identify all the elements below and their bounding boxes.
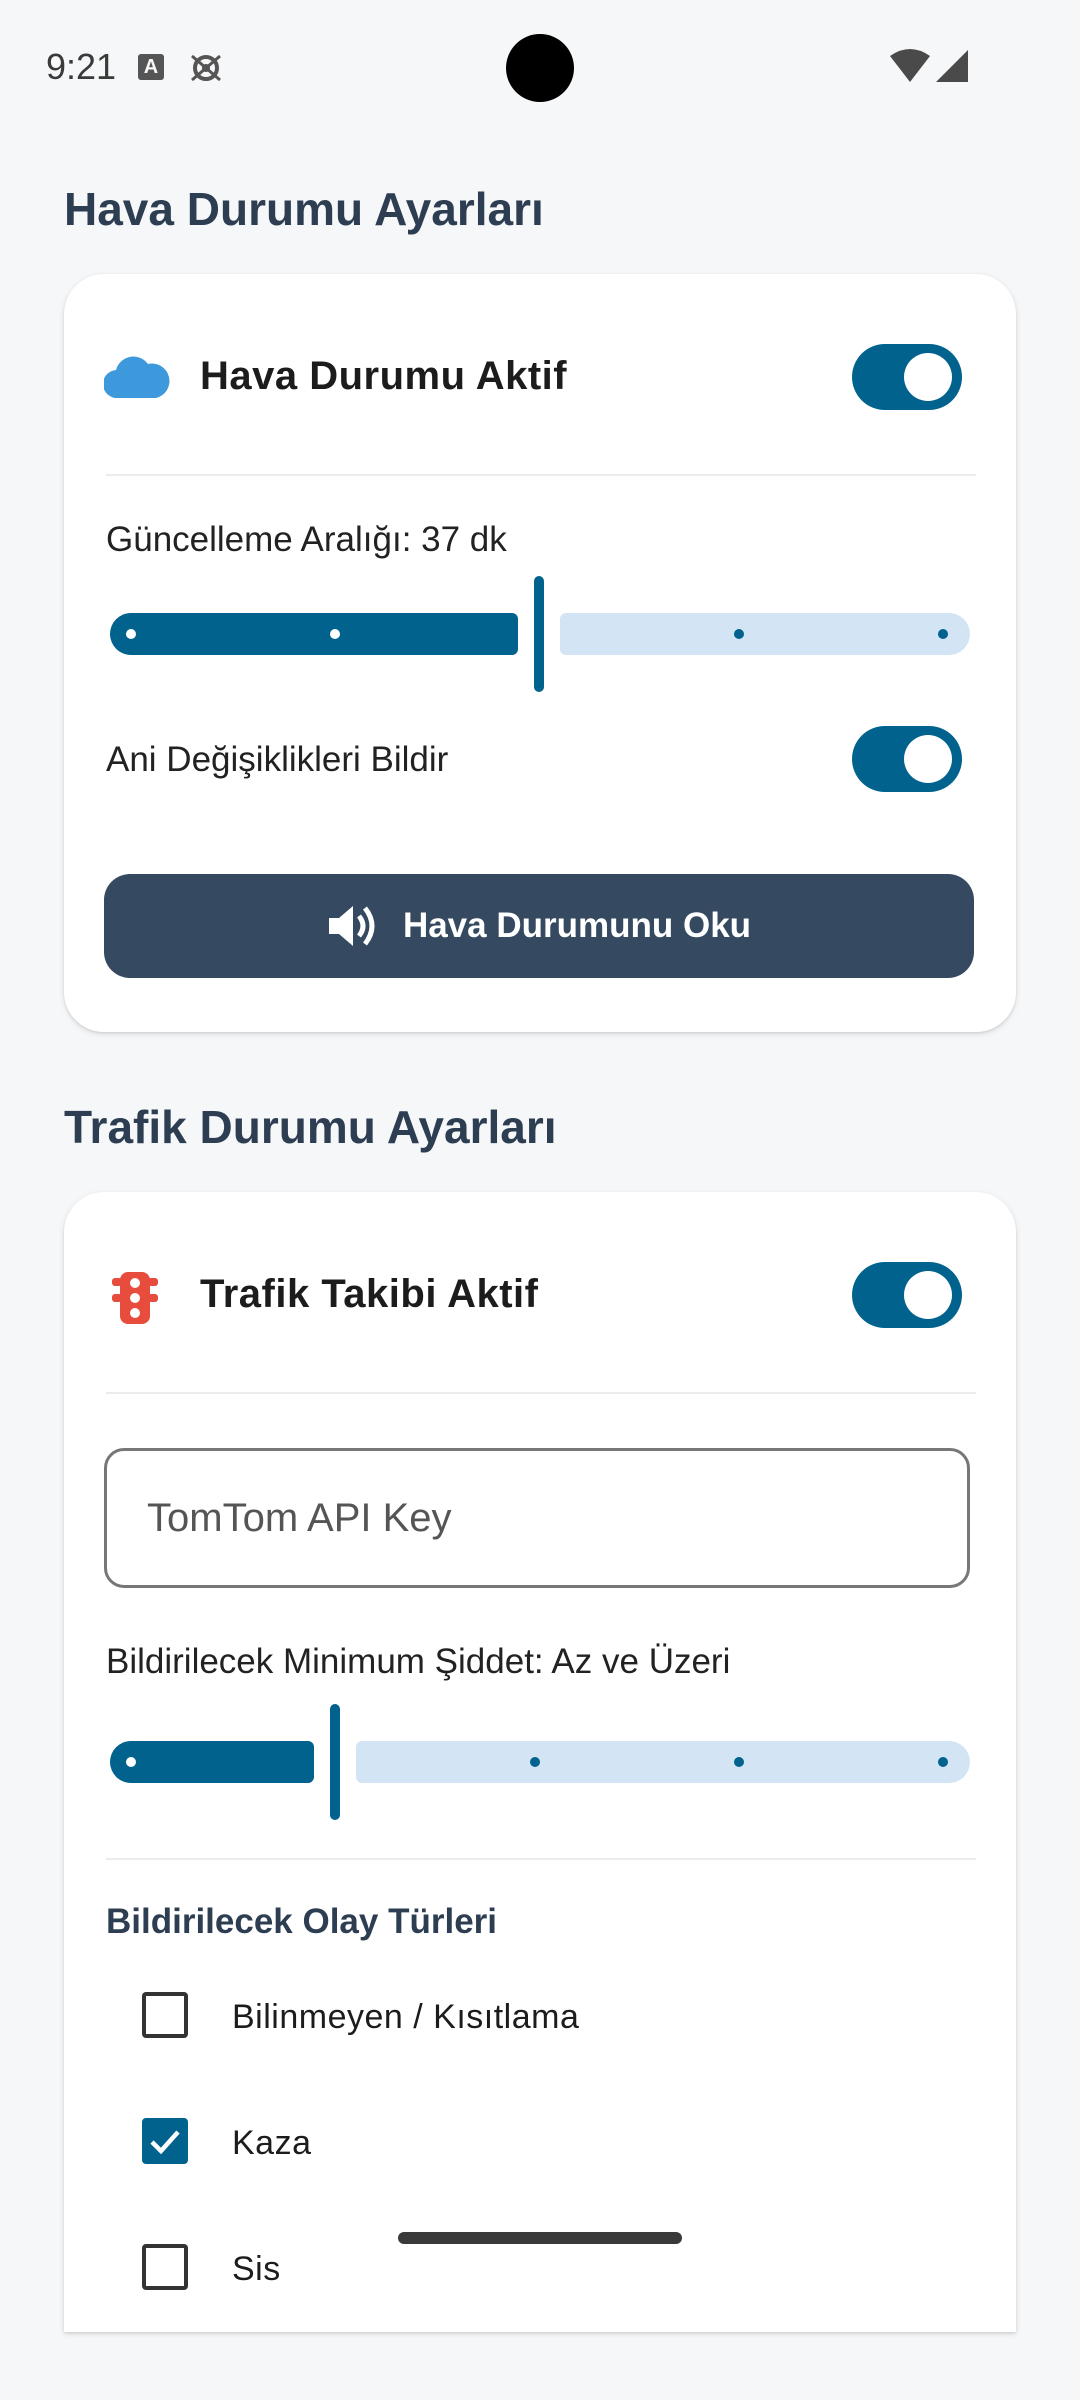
sudden-changes-toggle[interactable]	[852, 726, 962, 792]
signal-icon	[936, 50, 968, 82]
slider-inactive-track	[356, 1741, 970, 1783]
checkbox-unchecked[interactable]	[142, 2244, 188, 2290]
traffic-enabled-label: Trafik Takibi Aktif	[200, 1272, 539, 1316]
cloud-icon	[104, 356, 170, 398]
interval-label: Güncelleme Aralığı: 37 dk	[106, 520, 507, 559]
slider-active-track	[110, 1741, 314, 1783]
status-time: 9:21	[46, 46, 117, 87]
gear-icon	[191, 54, 221, 82]
toggle-knob	[904, 1271, 952, 1319]
slider-active-track	[110, 613, 518, 655]
speaker-icon	[328, 906, 375, 946]
event-type-label: Kaza	[232, 2124, 312, 2162]
slider-tick	[330, 629, 340, 639]
divider	[106, 1858, 976, 1860]
event-types-title: Bildirilecek Olay Türleri	[106, 1902, 497, 1941]
slider-tick	[734, 1757, 744, 1767]
toggle-knob	[904, 353, 952, 401]
traffic-card: Trafik Takibi Aktif Bildirilecek Minimum…	[64, 1192, 1016, 2332]
home-indicator[interactable]	[398, 2232, 682, 2244]
weather-enabled-toggle[interactable]	[852, 344, 962, 410]
read-weather-button[interactable]: Hava Durumunu Oku	[104, 874, 974, 978]
divider	[106, 1392, 976, 1394]
weather-section-title: Hava Durumu Ayarları	[64, 183, 544, 235]
status-bar: 9:21 A	[0, 0, 1080, 136]
weather-enabled-label: Hava Durumu Aktif	[200, 354, 568, 398]
tomtom-api-key-input[interactable]	[104, 1448, 970, 1588]
checkbox-checked[interactable]	[142, 2118, 188, 2164]
event-type-label: Bilinmeyen / Kısıtlama	[232, 1998, 580, 2036]
checkbox-unchecked[interactable]	[142, 1992, 188, 2038]
slider-tick	[938, 629, 948, 639]
slider-tick	[734, 629, 744, 639]
a-notification-icon: A	[138, 54, 164, 80]
wifi-icon	[890, 49, 930, 82]
traffic-light-icon	[112, 1272, 158, 1324]
traffic-enabled-toggle[interactable]	[852, 1262, 962, 1328]
slider-tick	[530, 1757, 540, 1767]
slider-thumb[interactable]	[330, 1704, 340, 1820]
severity-label: Bildirilecek Minimum Şiddet: Az ve Üzeri	[106, 1642, 731, 1681]
toggle-knob	[904, 735, 952, 783]
traffic-section-title: Trafik Durumu Ayarları	[64, 1101, 557, 1153]
read-weather-button-label: Hava Durumunu Oku	[402, 906, 752, 945]
slider-inactive-track	[560, 613, 970, 655]
camera-cutout	[506, 34, 574, 102]
divider	[106, 474, 976, 476]
slider-tick	[938, 1757, 948, 1767]
slider-thumb[interactable]	[534, 576, 544, 692]
event-type-label: Sis	[232, 2250, 281, 2288]
sudden-changes-label: Ani Değişiklikleri Bildir	[106, 740, 449, 779]
slider-tick	[126, 1757, 136, 1767]
slider-tick	[126, 629, 136, 639]
check-icon	[150, 2130, 180, 2155]
weather-card: Hava Durumu Aktif Güncelleme Aralığı: 37…	[64, 274, 1016, 1032]
